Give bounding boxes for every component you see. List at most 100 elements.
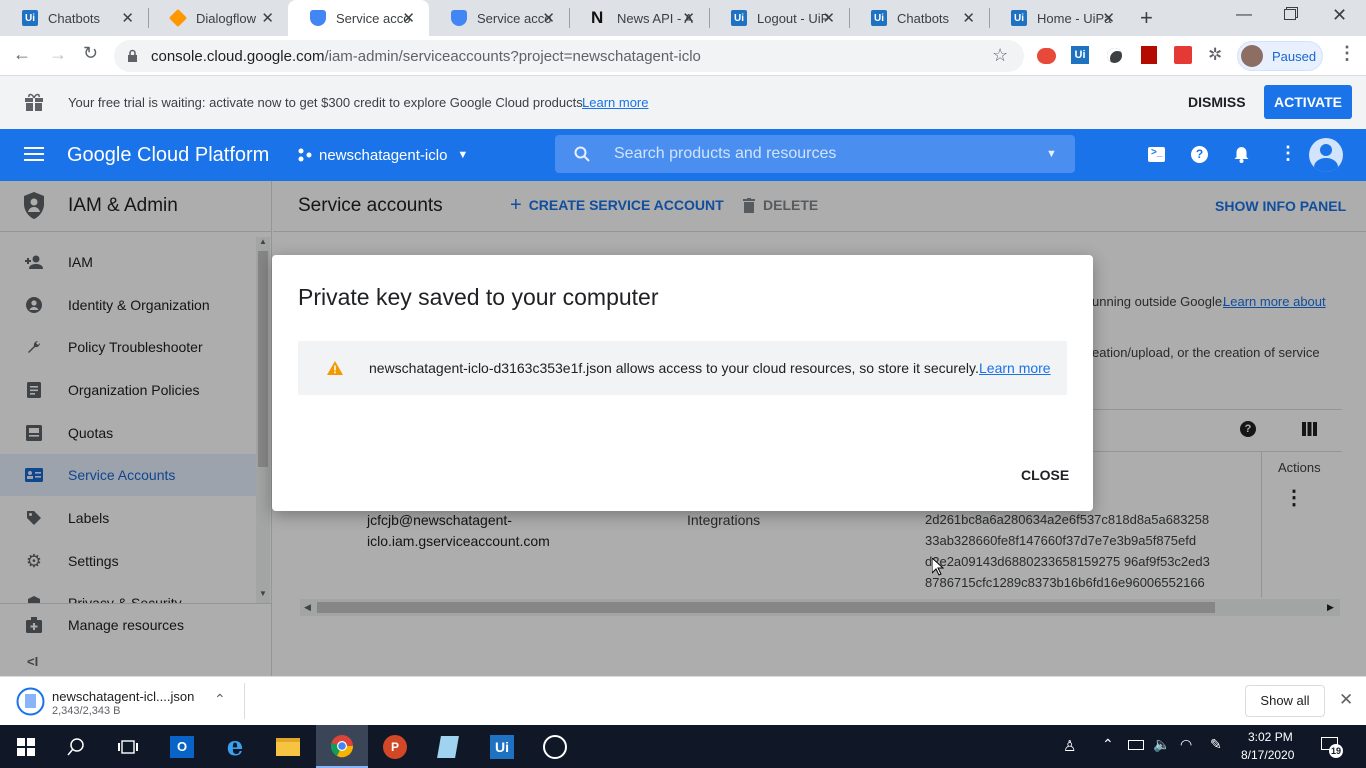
uipath-studio-icon[interactable]: Ui xyxy=(476,725,528,768)
close-tab-icon[interactable]: ✕ xyxy=(121,9,134,27)
close-window-icon[interactable]: ✕ xyxy=(1332,5,1347,26)
url-host: console.cloud.google.com xyxy=(151,48,325,65)
address-bar[interactable]: console.cloud.google.com/iam-admin/servi… xyxy=(114,40,1024,72)
banner-text: Your free trial is waiting: activate now… xyxy=(68,95,587,110)
more-vert-icon[interactable]: ⋮ xyxy=(1279,143,1297,164)
dialog-title: Private key saved to your computer xyxy=(298,284,659,310)
task-view-icon[interactable] xyxy=(102,725,154,768)
reload-icon[interactable]: ↻ xyxy=(83,43,98,64)
close-tab-icon[interactable]: ✕ xyxy=(822,9,835,27)
tab-title: Chatbots xyxy=(48,10,101,26)
warning-triangle-icon xyxy=(327,361,343,375)
windows-start-icon[interactable] xyxy=(0,725,52,768)
browser-toolbar: ← → ↻ console.cloud.google.com/iam-admin… xyxy=(0,36,1366,76)
mouse-cursor-icon xyxy=(932,558,944,576)
url-path: /iam-admin/serviceaccounts?project=newsc… xyxy=(324,48,701,65)
close-tab-icon[interactable]: ✕ xyxy=(682,9,695,27)
download-filename: newschatagent-icl....json xyxy=(52,689,195,704)
close-tab-icon[interactable]: ✕ xyxy=(261,9,274,27)
powerpoint-icon[interactable]: P xyxy=(369,725,421,768)
tab-news-api[interactable]: N News API - A ✕ xyxy=(569,0,709,36)
project-name: newschatagent-iclo xyxy=(319,146,448,164)
notepad-icon[interactable] xyxy=(422,725,474,768)
banner-learn-more-link[interactable]: Learn more xyxy=(582,95,648,110)
chevron-up-icon[interactable]: ⌃ xyxy=(214,691,226,708)
help-icon[interactable]: ? xyxy=(1191,146,1208,163)
dialog-learn-more-link[interactable]: Learn more xyxy=(979,360,1051,376)
bookmark-star-icon[interactable]: ☆ xyxy=(992,45,1008,66)
extension-tb-icon[interactable] xyxy=(1174,46,1192,64)
close-tab-icon[interactable]: ✕ xyxy=(402,9,415,27)
file-explorer-icon[interactable] xyxy=(262,725,314,768)
wifi-icon[interactable]: ◠ xyxy=(1180,736,1192,753)
close-tab-icon[interactable]: ✕ xyxy=(1102,9,1115,27)
search-dropdown-icon[interactable]: ▼ xyxy=(1046,148,1057,160)
private-key-saved-dialog: Private key saved to your computer newsc… xyxy=(272,255,1093,511)
close-download-bar-icon[interactable]: ✕ xyxy=(1339,690,1353,710)
tab-dialogflow[interactable]: Dialogflow ✕ xyxy=(148,0,288,36)
tab-chatbots-2[interactable]: Ui Chatbots ✕ xyxy=(849,0,989,36)
activate-button[interactable]: ACTIVATE xyxy=(1264,85,1352,119)
uipath-icon: Ui xyxy=(22,10,38,26)
tab-service-accounts-active[interactable]: Service acco ✕ xyxy=(288,0,429,36)
search-placeholder: Search products and resources xyxy=(614,145,837,162)
newsapi-icon: N xyxy=(591,8,604,27)
chrome-taskbar-icon[interactable] xyxy=(316,725,368,768)
minimize-icon[interactable]: — xyxy=(1236,6,1252,24)
volume-icon[interactable]: 🔈 xyxy=(1153,736,1170,753)
browser-tab-strip: Ui Chatbots ✕ Dialogflow ✕ Service acco … xyxy=(0,0,1366,36)
edge-icon[interactable]: e xyxy=(209,725,261,768)
dismiss-button[interactable]: DISMISS xyxy=(1188,94,1246,110)
pen-icon[interactable]: ✎ xyxy=(1210,736,1222,753)
close-button[interactable]: CLOSE xyxy=(1021,467,1069,483)
avatar xyxy=(1241,45,1263,67)
gift-icon xyxy=(25,93,43,111)
extension-red-icon[interactable] xyxy=(1037,48,1056,64)
forward-arrow-icon[interactable]: → xyxy=(49,44,67,65)
clock-time[interactable]: 3:02 PM xyxy=(1248,730,1293,744)
search-icon xyxy=(574,146,590,162)
notification-count-badge: 19 xyxy=(1329,744,1343,758)
chevron-down-icon: ▼ xyxy=(457,149,469,161)
show-all-button[interactable]: Show all xyxy=(1245,685,1325,717)
uipath-icon: Ui xyxy=(731,10,747,26)
download-item[interactable]: newschatagent-icl....json 2,343/2,343 B … xyxy=(0,677,245,725)
close-tab-icon[interactable]: ✕ xyxy=(962,9,975,27)
action-center-icon[interactable]: 19 xyxy=(1321,735,1343,758)
project-selector[interactable]: newschatagent-iclo ▼ xyxy=(297,142,468,168)
extension-circle-icon[interactable] xyxy=(1107,48,1122,63)
new-tab-plus-icon[interactable]: + xyxy=(1140,5,1153,31)
uipath-icon: Ui xyxy=(871,10,887,26)
gcp-shield-icon xyxy=(451,10,467,26)
project-dots-icon xyxy=(298,148,312,162)
tab-chatbots[interactable]: Ui Chatbots ✕ xyxy=(0,0,148,36)
notifications-bell-icon[interactable] xyxy=(1234,146,1249,163)
obs-icon[interactable] xyxy=(529,725,581,768)
acrobat-extension-icon[interactable] xyxy=(1141,46,1157,64)
clock-date[interactable]: 8/17/2020 xyxy=(1241,748,1294,762)
tab-service-accounts[interactable]: Service acco ✕ xyxy=(429,0,569,36)
search-icon[interactable] xyxy=(50,725,102,768)
extensions-puzzle-icon[interactable]: ✲ xyxy=(1208,45,1222,65)
people-icon[interactable]: ♙ xyxy=(1063,737,1076,755)
profile-status: Paused xyxy=(1272,49,1317,64)
tab-home-uipath[interactable]: Ui Home - UiPa ✕ xyxy=(989,0,1129,36)
close-tab-icon[interactable]: ✕ xyxy=(542,9,555,27)
cloud-shell-icon[interactable]: >_ xyxy=(1148,147,1165,162)
hamburger-menu-icon[interactable] xyxy=(24,147,44,162)
search-bar[interactable]: Search products and resources ▼ xyxy=(555,135,1075,173)
dialog-message: newschatagent-iclo-d3163c353e1f.json all… xyxy=(369,360,979,376)
profile-button[interactable]: Paused xyxy=(1237,41,1323,71)
chevron-up-icon[interactable]: ⌃ xyxy=(1102,736,1114,753)
json-file-icon xyxy=(16,687,45,716)
outlook-icon[interactable]: O xyxy=(156,725,208,768)
back-arrow-icon[interactable]: ← xyxy=(13,44,31,65)
free-trial-banner: Your free trial is waiting: activate now… xyxy=(0,76,1366,129)
tab-logout[interactable]: Ui Logout - UiP ✕ xyxy=(709,0,849,36)
battery-icon[interactable] xyxy=(1128,740,1144,750)
account-avatar[interactable] xyxy=(1309,138,1343,172)
browser-menu-icon[interactable]: ⋮ xyxy=(1338,43,1356,64)
uipath-extension-icon[interactable]: Ui xyxy=(1071,46,1089,64)
download-size: 2,343/2,343 B xyxy=(52,705,121,717)
restore-window-icon[interactable] xyxy=(1284,9,1296,20)
